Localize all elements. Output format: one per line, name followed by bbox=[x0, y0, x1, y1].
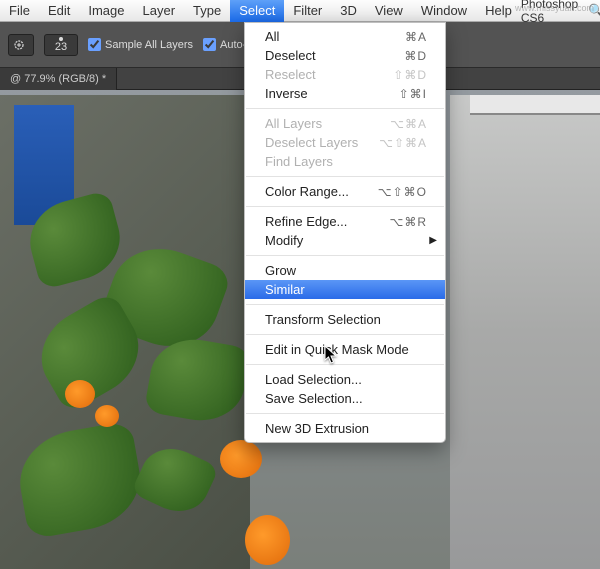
menu-item-shortcut: ⌥⇧⌘O bbox=[378, 185, 427, 199]
menu-item-edit-in-quick-mask-mode[interactable]: Edit in Quick Mask Mode bbox=[245, 340, 445, 359]
menubar: File Edit Image Layer Type Select Filter… bbox=[0, 0, 600, 22]
menu-type[interactable]: Type bbox=[184, 0, 230, 22]
menu-item-new-3d-extrusion[interactable]: New 3D Extrusion bbox=[245, 419, 445, 438]
menu-item-color-range[interactable]: Color Range...⌥⇧⌘O bbox=[245, 182, 445, 201]
menu-item-label: Inverse bbox=[265, 86, 399, 101]
menu-item-label: Color Range... bbox=[265, 184, 378, 199]
quick-selection-icon bbox=[13, 38, 29, 52]
menu-window[interactable]: Window bbox=[412, 0, 476, 22]
menu-item-modify[interactable]: Modify▶ bbox=[245, 231, 445, 250]
menu-item-label: Deselect Layers bbox=[265, 135, 379, 150]
sample-all-layers-label: Sample All Layers bbox=[105, 39, 193, 51]
menu-item-label: Modify bbox=[265, 233, 427, 248]
menu-item-shortcut: ⌥⌘R bbox=[390, 215, 428, 229]
select-menu-dropdown: All⌘ADeselect⌘DReselect⇧⌘DInverse⇧⌘IAll … bbox=[244, 22, 446, 443]
submenu-arrow-icon: ▶ bbox=[429, 235, 437, 246]
menu-item-label: Find Layers bbox=[265, 154, 427, 169]
menu-item-deselect-layers: Deselect Layers⌥⇧⌘A bbox=[245, 133, 445, 152]
menu-separator bbox=[246, 413, 444, 414]
app-title: Photoshop CS6 bbox=[521, 0, 578, 25]
tool-preset-swatch[interactable] bbox=[8, 34, 34, 56]
menu-item-all-layers: All Layers⌥⌘A bbox=[245, 114, 445, 133]
document-tab[interactable]: @ 77.9% (RGB/8) * bbox=[0, 68, 117, 90]
menu-item-label: Edit in Quick Mask Mode bbox=[265, 342, 427, 357]
menu-item-shortcut: ⌥⌘A bbox=[390, 117, 427, 131]
menu-layer[interactable]: Layer bbox=[134, 0, 185, 22]
menu-item-similar[interactable]: Similar bbox=[245, 280, 445, 299]
sample-all-layers-checkbox[interactable]: Sample All Layers bbox=[88, 38, 193, 51]
menu-item-shortcut: ⌘A bbox=[405, 30, 427, 44]
sample-all-layers-input[interactable] bbox=[88, 38, 101, 51]
menu-view[interactable]: View bbox=[366, 0, 412, 22]
menu-item-label: Deselect bbox=[265, 48, 404, 63]
menu-separator bbox=[246, 304, 444, 305]
menu-item-label: Similar bbox=[265, 282, 427, 297]
menu-item-shortcut: ⌘D bbox=[404, 49, 427, 63]
menu-item-label: Reselect bbox=[265, 67, 393, 82]
menu-separator bbox=[246, 176, 444, 177]
menu-item-refine-edge[interactable]: Refine Edge...⌥⌘R bbox=[245, 212, 445, 231]
menu-image[interactable]: Image bbox=[79, 0, 133, 22]
menu-edit[interactable]: Edit bbox=[39, 0, 79, 22]
menu-item-deselect[interactable]: Deselect⌘D bbox=[245, 46, 445, 65]
menu-item-shortcut: ⇧⌘I bbox=[399, 87, 427, 101]
menu-item-label: All Layers bbox=[265, 116, 390, 131]
menu-item-transform-selection[interactable]: Transform Selection bbox=[245, 310, 445, 329]
menu-separator bbox=[246, 108, 444, 109]
auto-enhance-input[interactable] bbox=[203, 38, 216, 51]
menu-file[interactable]: File bbox=[0, 0, 39, 22]
menu-item-label: Transform Selection bbox=[265, 312, 427, 327]
brush-size-value: 23 bbox=[47, 41, 75, 53]
menu-item-save-selection[interactable]: Save Selection... bbox=[245, 389, 445, 408]
menu-filter[interactable]: Filter bbox=[284, 0, 331, 22]
menu-item-label: Load Selection... bbox=[265, 372, 427, 387]
menu-item-all[interactable]: All⌘A bbox=[245, 27, 445, 46]
menu-item-find-layers: Find Layers bbox=[245, 152, 445, 171]
menu-item-label: Grow bbox=[265, 263, 427, 278]
menu-select[interactable]: Select bbox=[230, 0, 284, 22]
menu-item-label: New 3D Extrusion bbox=[265, 421, 427, 436]
menu-item-shortcut: ⇧⌘D bbox=[393, 68, 427, 82]
menu-help[interactable]: Help bbox=[476, 0, 521, 22]
menu-item-grow[interactable]: Grow bbox=[245, 261, 445, 280]
menu-item-label: Save Selection... bbox=[265, 391, 427, 406]
menu-item-load-selection[interactable]: Load Selection... bbox=[245, 370, 445, 389]
spotlight-icon[interactable]: 🔍 bbox=[588, 3, 600, 19]
menu-item-shortcut: ⌥⇧⌘A bbox=[379, 136, 427, 150]
menu-separator bbox=[246, 206, 444, 207]
menu-3d[interactable]: 3D bbox=[331, 0, 366, 22]
menu-separator bbox=[246, 364, 444, 365]
menu-separator bbox=[246, 255, 444, 256]
menu-item-inverse[interactable]: Inverse⇧⌘I bbox=[245, 84, 445, 103]
brush-preset[interactable]: 23 bbox=[44, 34, 78, 56]
menu-item-label: Refine Edge... bbox=[265, 214, 390, 229]
menu-separator bbox=[246, 334, 444, 335]
menu-item-label: All bbox=[265, 29, 405, 44]
menu-item-reselect: Reselect⇧⌘D bbox=[245, 65, 445, 84]
